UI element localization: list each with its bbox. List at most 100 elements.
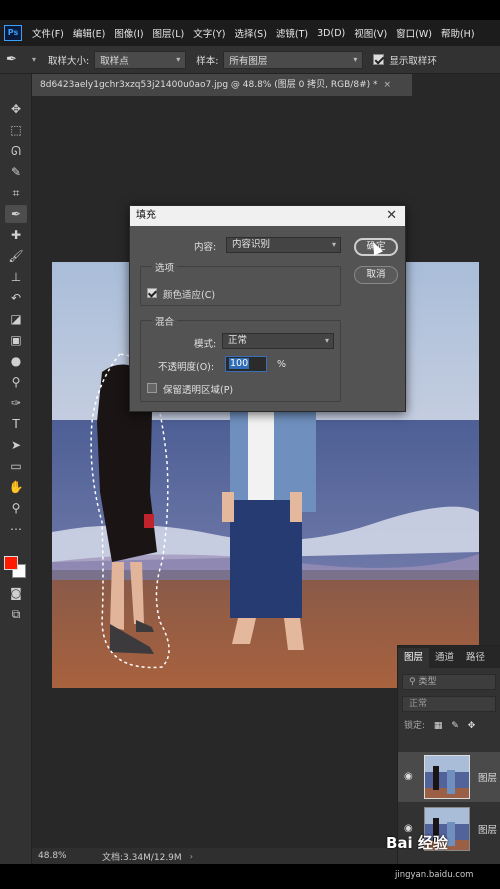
options-group-label: 选项	[152, 260, 178, 274]
tools-panel: ✥ ⬚ ᘏ ✎ ⌗ ✒ ✚ 🖌 ⊥ ↶ ◪ ▣ ● ⚲ ✑ T ➤ ▭ ✋ ⚲ …	[0, 74, 32, 864]
content-select[interactable]: 内容识别 ▾	[226, 237, 341, 253]
chevron-down-icon: ▾	[331, 240, 336, 249]
layer-filter-label: 类型	[418, 677, 437, 687]
content-value: 内容识别	[232, 239, 271, 250]
document-tab[interactable]: 8d6423aely1gchr3xzq53j21400u0ao7.jpg @ 4…	[32, 74, 412, 96]
menu-layer[interactable]: 图层(L)	[153, 26, 185, 40]
chevron-down-icon: ▾	[353, 55, 358, 64]
more-tools-icon[interactable]: ⋯	[5, 520, 27, 538]
sample-size-value: 取样点	[100, 55, 129, 67]
menu-edit[interactable]: 编辑(E)	[73, 26, 105, 40]
opacity-input[interactable]: 100	[225, 356, 267, 372]
eraser-tool-icon[interactable]: ◪	[5, 310, 27, 328]
zoom-level[interactable]: 48.8%	[38, 851, 98, 861]
layer-blend-mode-select[interactable]: 正常	[402, 696, 496, 712]
clone-stamp-tool-icon[interactable]: ⊥	[5, 268, 27, 286]
menu-type[interactable]: 文字(Y)	[193, 26, 225, 40]
move-tool-icon[interactable]: ✥	[5, 100, 27, 118]
blur-tool-icon[interactable]: ●	[5, 352, 27, 370]
menu-select[interactable]: 选择(S)	[234, 26, 266, 40]
quick-select-tool-icon[interactable]: ✎	[5, 163, 27, 181]
menu-help[interactable]: 帮助(H)	[441, 26, 475, 40]
opacity-label: 不透明度(O):	[158, 362, 215, 373]
show-ring-checkbox[interactable]	[373, 54, 385, 65]
menu-view[interactable]: 视图(V)	[354, 26, 387, 40]
tab-paths[interactable]: 路径	[460, 648, 491, 668]
color-adapt-label: 颜色适应(C)	[163, 290, 216, 301]
marquee-tool-icon[interactable]: ⬚	[5, 121, 27, 139]
content-label: 内容:	[194, 242, 217, 253]
shape-tool-icon[interactable]: ▭	[5, 457, 27, 475]
sample-size-select[interactable]: 取样点 ▾	[94, 50, 187, 69]
dodge-tool-icon[interactable]: ⚲	[5, 373, 27, 391]
close-icon[interactable]: ×	[383, 80, 391, 90]
dialog-titlebar[interactable]: 填充 ✕	[130, 206, 405, 226]
lock-position-icon[interactable]: ✥	[468, 721, 476, 731]
opacity-unit: %	[277, 359, 287, 370]
layer-name: 图层	[478, 773, 498, 784]
brush-tool-icon[interactable]: 🖌	[5, 247, 27, 265]
lasso-tool-icon[interactable]: ᘏ	[5, 142, 27, 160]
watermark-url: jingyan.baidu.com	[395, 870, 474, 880]
menu-file[interactable]: 文件(F)	[32, 26, 64, 40]
foreground-color-swatch[interactable]	[4, 556, 18, 570]
layer-row[interactable]: ◉ 图层	[398, 752, 500, 802]
zoom-tool-icon[interactable]: ⚲	[5, 499, 27, 517]
history-brush-tool-icon[interactable]: ↶	[5, 289, 27, 307]
sample-value: 所有图层	[229, 55, 268, 67]
status-menu-arrow-icon[interactable]: ›	[190, 852, 193, 861]
menu-window[interactable]: 窗口(W)	[396, 26, 432, 40]
show-ring-label: 显示取样环	[389, 55, 437, 67]
mode-label: 模式:	[194, 339, 217, 350]
chevron-down-icon: ▾	[176, 55, 181, 64]
type-tool-icon[interactable]: T	[5, 415, 27, 433]
baidu-jingyan-watermark: Bai 经验	[386, 834, 448, 852]
document-size: 文档:3.34M/12.9M	[102, 852, 182, 863]
menu-filter[interactable]: 滤镜(T)	[276, 26, 308, 40]
layer-thumbnail	[424, 755, 470, 799]
dialog-title: 填充	[136, 210, 156, 221]
pen-tool-icon[interactable]: ✑	[5, 394, 27, 412]
chevron-down-icon: ▾	[324, 336, 329, 345]
lock-transparent-icon[interactable]: ▦	[434, 721, 443, 731]
hand-tool-icon[interactable]: ✋	[5, 478, 27, 496]
eye-icon[interactable]: ◉	[404, 771, 413, 782]
lock-row: 锁定: ▦ ✎ ✥	[404, 718, 500, 732]
fill-dialog: 填充 ✕ 内容: 内容识别 ▾ 选项 颜色适应(C) 混合 模式: 正常 ▾ 不透明…	[129, 205, 406, 412]
menu-bar: Ps 文件(F) 编辑(E) 图像(I) 图层(L) 文字(Y) 选择(S) 滤…	[0, 20, 500, 46]
layer-blend-mode-value: 正常	[409, 699, 428, 709]
blend-group-label: 混合	[152, 314, 178, 328]
tab-channels[interactable]: 通道	[429, 648, 460, 668]
preserve-transparency-label: 保留透明区域(P)	[163, 385, 234, 396]
cancel-button[interactable]: 取消	[354, 266, 398, 284]
gradient-tool-icon[interactable]: ▣	[5, 331, 27, 349]
document-tab-title: 8d6423aely1gchr3xzq53j21400u0ao7.jpg @ 4…	[40, 80, 378, 90]
tool-preset-caret-icon[interactable]: ▾	[32, 55, 36, 64]
menu-image[interactable]: 图像(I)	[114, 26, 143, 40]
menu-3d[interactable]: 3D(D)	[317, 28, 345, 39]
color-adapt-checkbox[interactable]	[147, 288, 157, 298]
options-bar: ✒ ▾ 取样大小: 取样点 ▾ 样本: 所有图层 ▾ 显示取样环	[0, 46, 500, 74]
lock-image-icon[interactable]: ✎	[451, 721, 459, 731]
layer-name: 图层	[478, 825, 498, 836]
lock-label: 锁定:	[404, 721, 426, 731]
screen-mode-icon[interactable]: ⧉	[5, 605, 27, 623]
crop-tool-icon[interactable]: ⌗	[5, 184, 27, 202]
healing-brush-tool-icon[interactable]: ✚	[5, 226, 27, 244]
opacity-value: 100	[229, 358, 250, 369]
preserve-transparency-checkbox[interactable]	[147, 383, 157, 393]
top-black-band	[0, 0, 500, 20]
tab-layers[interactable]: 图层	[398, 648, 430, 668]
eyedropper-icon[interactable]: ✒	[6, 52, 28, 67]
path-select-tool-icon[interactable]: ➤	[5, 436, 27, 454]
sample-size-label: 取样大小:	[48, 55, 90, 67]
layer-filter-select[interactable]: ⚲ 类型	[402, 674, 496, 690]
mode-select[interactable]: 正常 ▾	[222, 333, 334, 349]
close-icon[interactable]: ✕	[386, 206, 397, 226]
layers-panel-tabs: 图层 通道 路径	[398, 646, 500, 668]
photoshop-logo[interactable]: Ps	[4, 25, 22, 41]
mode-value: 正常	[228, 335, 248, 346]
sample-select[interactable]: 所有图层 ▾	[223, 50, 364, 69]
quick-mask-icon[interactable]: ◙	[5, 584, 27, 602]
eyedropper-tool-icon[interactable]: ✒	[5, 205, 27, 223]
